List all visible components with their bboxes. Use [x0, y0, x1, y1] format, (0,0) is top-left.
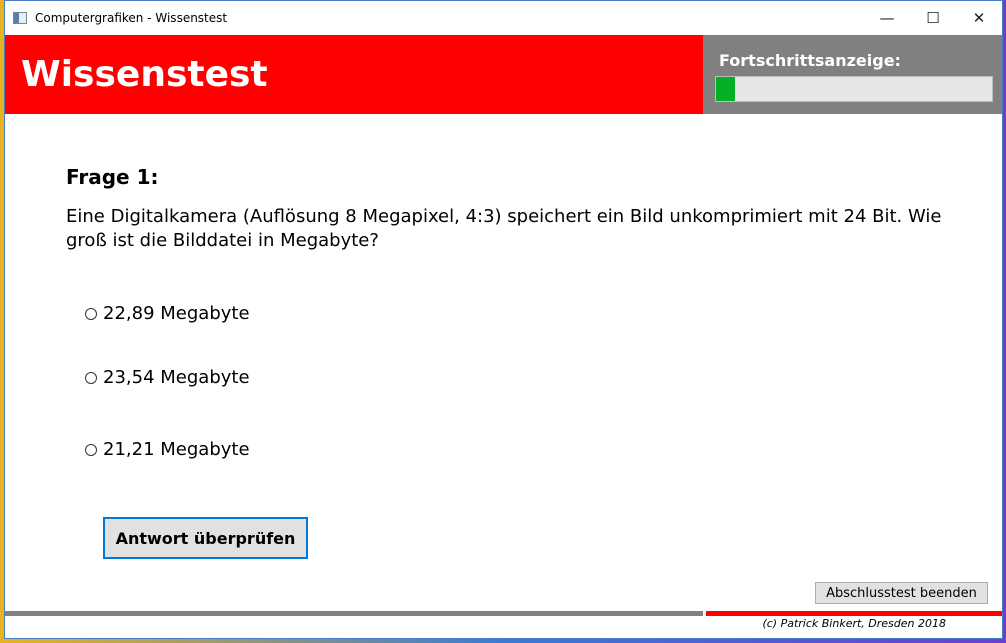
answer-option-label[interactable]: 22,89 Megabyte [103, 303, 250, 324]
window-controls: — ☐ ✕ [864, 1, 1002, 35]
progress-panel: Fortschrittsanzeige: [703, 35, 1002, 114]
answer-option-label[interactable]: 23,54 Megabyte [103, 367, 250, 388]
end-test-button[interactable]: Abschlusstest beenden [815, 582, 988, 604]
answer-option-1[interactable]: 22,89 Megabyte [85, 303, 250, 324]
window-title: Computergrafiken - Wissenstest [35, 11, 228, 25]
radio-button[interactable] [85, 443, 97, 456]
footer-accent [706, 611, 1002, 616]
maximize-icon[interactable]: ☐ [910, 1, 956, 35]
app-window: Computergrafiken - Wissenstest — ☐ ✕ Wis… [4, 0, 1003, 639]
check-answer-button[interactable]: Antwort überprüfen [103, 517, 308, 559]
app-window-icon [13, 12, 27, 24]
progress-bar [715, 76, 993, 102]
answer-option-label[interactable]: 21,21 Megabyte [103, 439, 250, 460]
header-banner: Wissenstest [5, 35, 703, 114]
radio-button[interactable] [85, 371, 97, 384]
answer-option-2[interactable]: 23,54 Megabyte [85, 367, 250, 388]
footer-divider [5, 611, 703, 616]
progress-fill [716, 77, 736, 101]
minimize-icon[interactable]: — [864, 1, 910, 35]
question-text: Eine Digitalkamera (Auflösung 8 Megapixe… [66, 206, 942, 251]
radio-button[interactable] [85, 307, 97, 320]
progress-label: Fortschrittsanzeige: [719, 51, 901, 70]
title-bar[interactable]: Computergrafiken - Wissenstest — ☐ ✕ [5, 1, 1002, 35]
question-heading: Frage 1: [66, 165, 159, 189]
page-title: Wissenstest [21, 54, 268, 95]
copyright-text: (c) Patrick Binkert, Dresden 2018 [762, 617, 946, 630]
answer-option-3[interactable]: 21,21 Megabyte [85, 439, 250, 460]
close-icon[interactable]: ✕ [956, 1, 1002, 35]
